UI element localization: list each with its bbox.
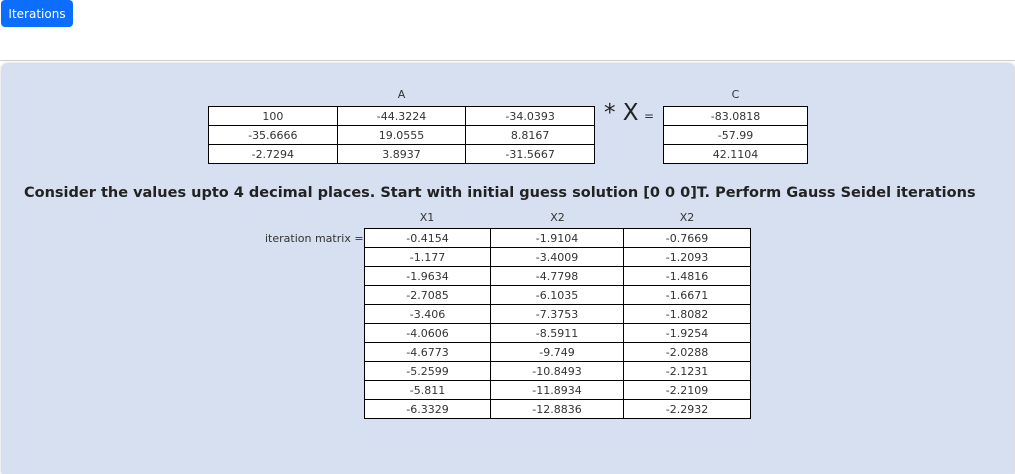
vector-c-row: 42.1104	[663, 144, 808, 164]
table-cell: -2.1231	[623, 361, 751, 381]
table-cell: -44.3224	[336, 106, 467, 126]
table-cell: -4.0606	[364, 323, 491, 343]
table-cell: -4.7798	[490, 266, 624, 286]
table-cell: -3.4009	[490, 247, 624, 267]
table-cell: 19.0555	[336, 125, 467, 145]
table-cell: 42.1104	[663, 144, 808, 164]
vector-c-row: -83.0818	[663, 106, 808, 126]
iteration-row: -5.2599 -10.8493 -2.1231	[364, 361, 751, 381]
table-cell: -11.8934	[490, 380, 624, 400]
iteration-row: -2.7085 -6.1035 -1.6671	[364, 285, 751, 305]
iteration-header-x1: X1	[419, 211, 435, 224]
table-cell: -3.406	[364, 304, 491, 324]
times-x-symbol: * X	[604, 100, 639, 126]
table-cell: -6.1035	[490, 285, 624, 305]
vector-c-table: -83.0818 -57.99 42.1104	[663, 106, 808, 164]
vector-c-label: C	[731, 88, 740, 101]
vector-c-row: -57.99	[663, 125, 808, 145]
equals-symbol: =	[644, 109, 655, 123]
table-cell: -12.8836	[490, 399, 624, 419]
matrix-a-row: -35.6666 19.0555 8.8167	[208, 125, 595, 145]
table-cell: -2.2932	[623, 399, 751, 419]
iteration-row: -4.6773 -9.749 -2.0288	[364, 342, 751, 362]
iteration-row: -4.0606 -8.5911 -1.9254	[364, 323, 751, 343]
table-cell: -1.2093	[623, 247, 751, 267]
matrix-a-label: A	[397, 88, 406, 101]
table-cell: -0.7669	[623, 228, 751, 248]
table-cell: -4.6773	[364, 342, 491, 362]
table-cell: -1.4816	[623, 266, 751, 286]
table-cell: -34.0393	[465, 106, 595, 126]
table-cell: -10.8493	[490, 361, 624, 381]
table-cell: -57.99	[663, 125, 808, 145]
table-cell: -2.7085	[364, 285, 491, 305]
header-divider	[0, 60, 1015, 61]
iteration-row: -1.177 -3.4009 -1.2093	[364, 247, 751, 267]
table-cell: 3.8937	[336, 144, 467, 164]
problem-panel: A 100 -44.3224 -34.0393 -35.6666 19.0555 8.81…	[2, 64, 1014, 474]
table-cell: -2.0288	[623, 342, 751, 362]
iteration-row: -6.3329 -12.8836 -2.2932	[364, 399, 751, 419]
table-cell: -83.0818	[663, 106, 808, 126]
iteration-row: -0.4154 -1.9104 -0.7669	[364, 228, 751, 248]
table-cell: -7.3753	[490, 304, 624, 324]
table-cell: -35.6666	[208, 125, 338, 145]
matrix-a-row: -2.7294 3.8937 -31.5667	[208, 144, 595, 164]
table-cell: 100	[208, 106, 338, 126]
table-cell: -5.811	[364, 380, 491, 400]
table-cell: -0.4154	[364, 228, 491, 248]
table-cell: -8.5911	[490, 323, 624, 343]
table-cell: -1.9104	[490, 228, 624, 248]
table-cell: -1.177	[364, 247, 491, 267]
iteration-matrix-table: -0.4154 -1.9104 -0.7669 -1.177 -3.4009 -1.209…	[364, 228, 751, 419]
table-cell: -31.5667	[465, 144, 595, 164]
table-cell: -1.6671	[623, 285, 751, 305]
iteration-row: -5.811 -11.8934 -2.2109	[364, 380, 751, 400]
table-cell: -9.749	[490, 342, 624, 362]
iterations-button[interactable]: Iterations	[1, 0, 73, 27]
question-text: Consider the values upto 4 decimal place…	[24, 185, 976, 201]
table-cell: -6.3329	[364, 399, 491, 419]
iteration-row: -3.406 -7.3753 -1.8082	[364, 304, 751, 324]
matrix-a-row: 100 -44.3224 -34.0393	[208, 106, 595, 126]
table-cell: -2.7294	[208, 144, 338, 164]
iteration-header-x2: X2	[550, 211, 565, 224]
table-cell: -1.9254	[623, 323, 751, 343]
iteration-matrix-label: iteration matrix =	[265, 232, 364, 245]
table-cell: -2.2109	[623, 380, 751, 400]
table-cell: -1.9634	[364, 266, 491, 286]
matrix-a-table: 100 -44.3224 -34.0393 -35.6666 19.0555 8.8167…	[208, 106, 595, 164]
iteration-header-x3: X2	[679, 211, 695, 224]
table-cell: 8.8167	[465, 125, 595, 145]
iteration-row: -1.9634 -4.7798 -1.4816	[364, 266, 751, 286]
table-cell: -1.8082	[623, 304, 751, 324]
table-cell: -5.2599	[364, 361, 491, 381]
